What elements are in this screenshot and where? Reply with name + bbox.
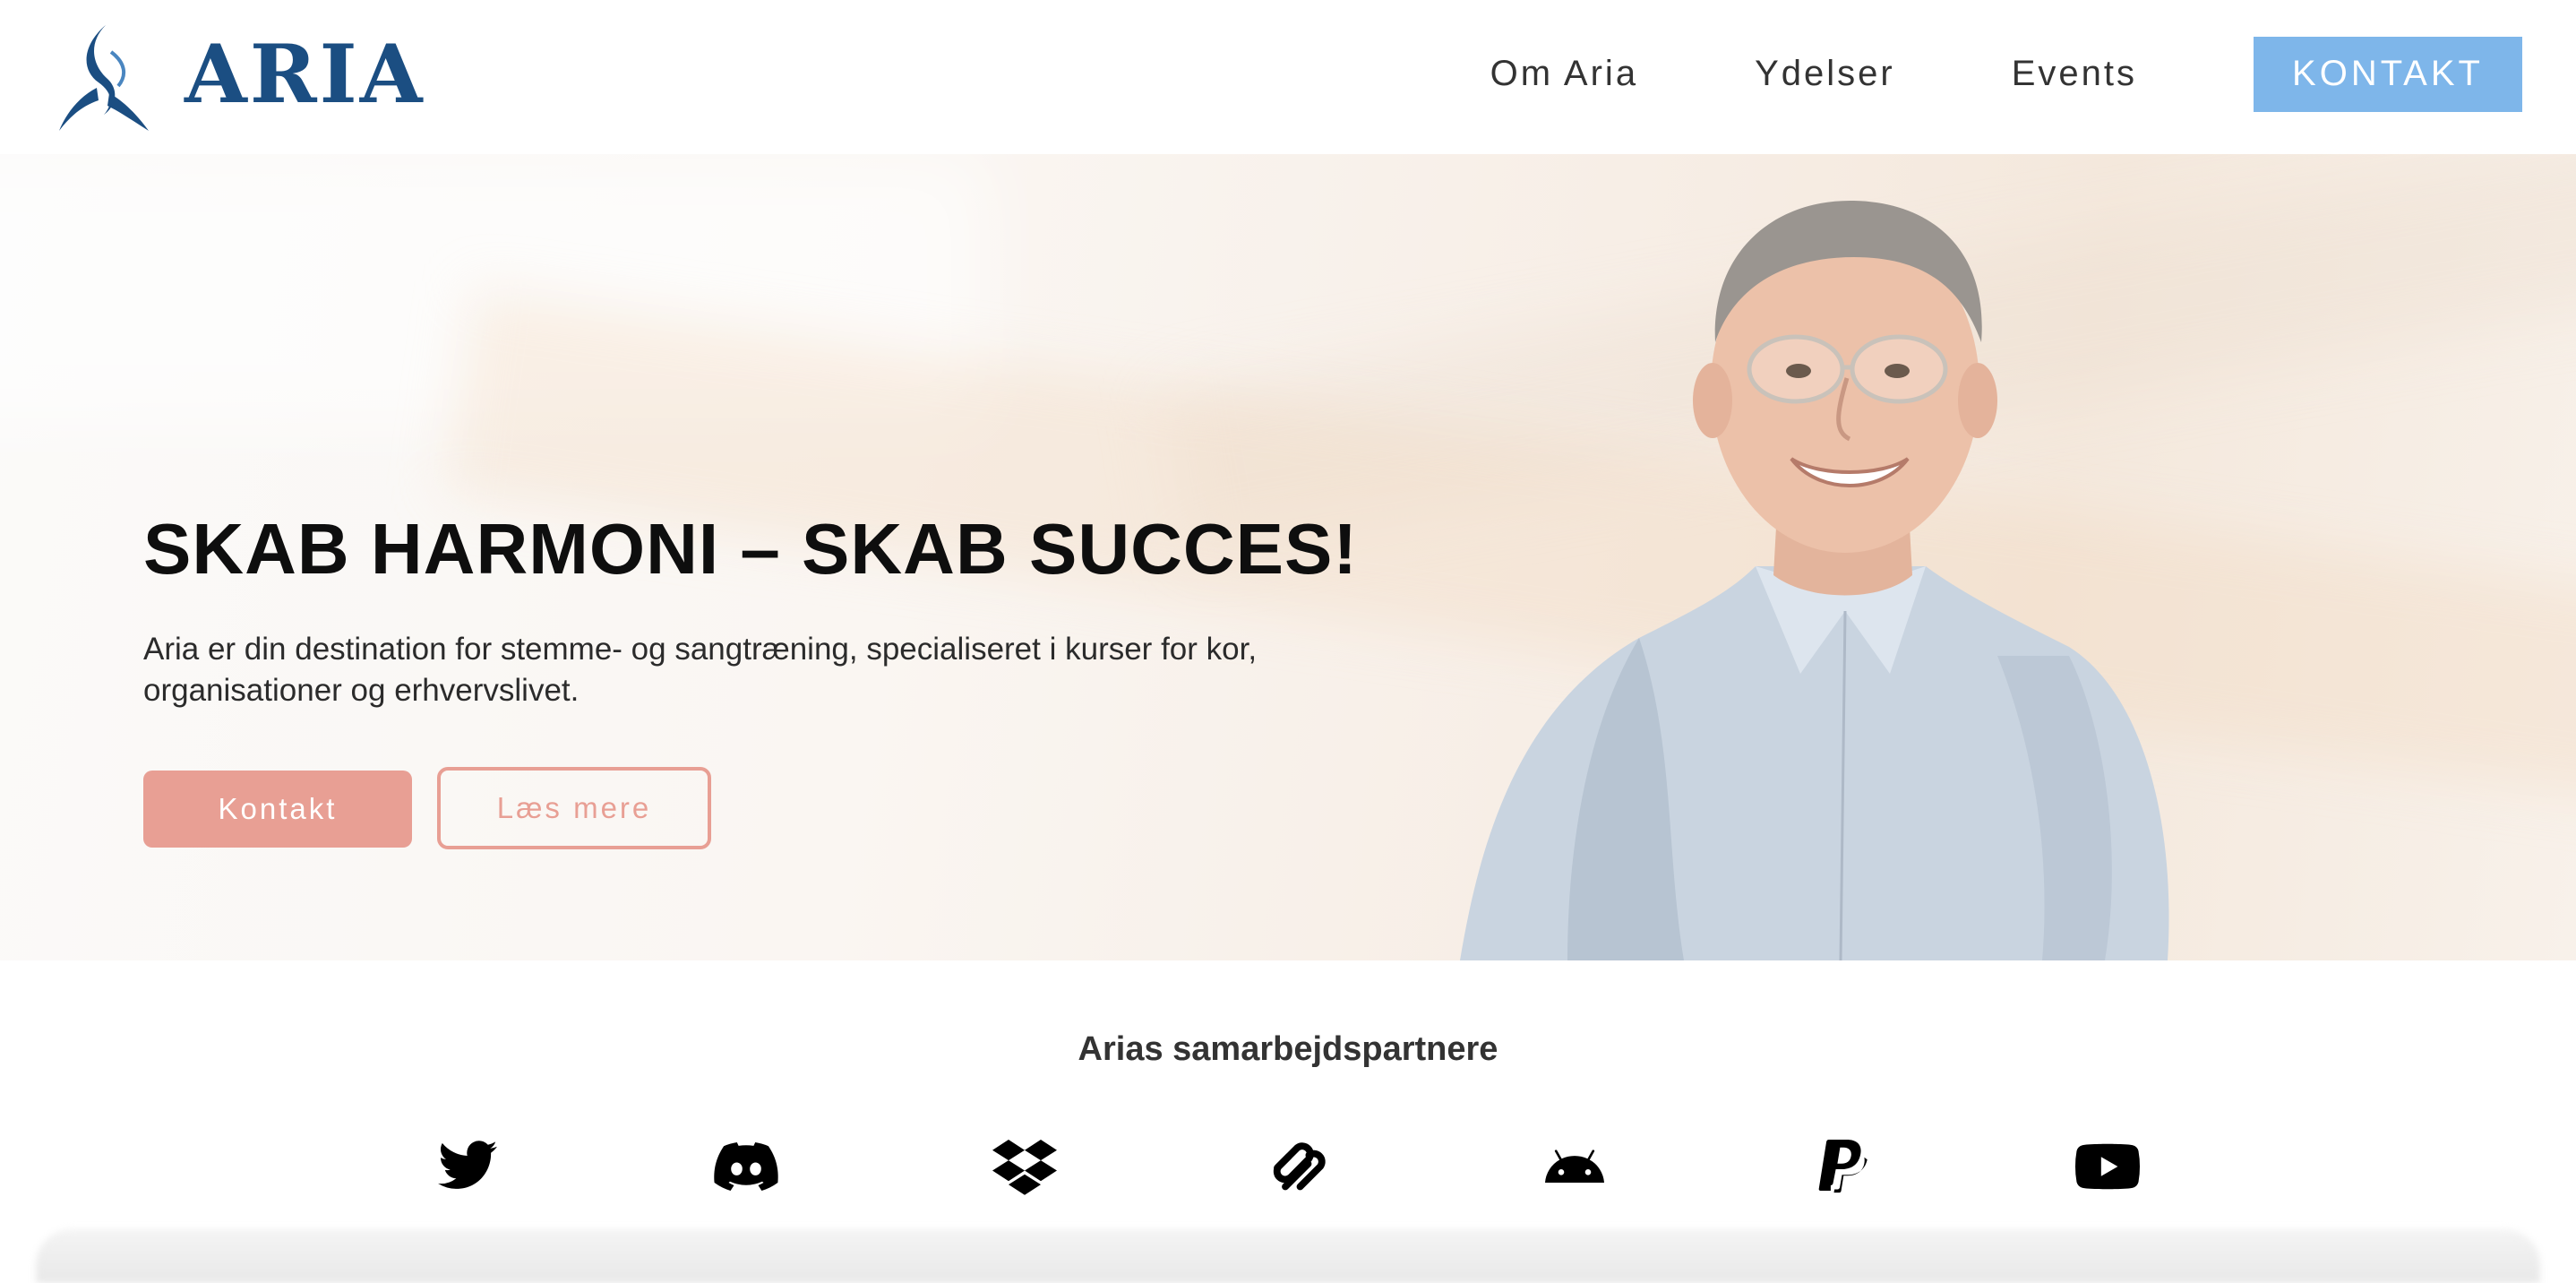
hero-title-regular: SKAB HARMONI – SKAB [143,509,1029,589]
nav-events[interactable]: Events [2012,54,2137,94]
squarespace-icon[interactable] [1258,1131,1339,1202]
twitter-icon[interactable] [427,1131,508,1202]
hero-section: SKAB HARMONI – SKAB SUCCES! Aria er din … [0,154,2576,960]
site-header: ARIA Om Aria Ydelser Events KONTAKT [0,0,2576,154]
hero-title-bold: SUCCES! [1028,509,1358,589]
logo[interactable]: ARIA [52,16,428,133]
youtube-icon[interactable] [2067,1131,2148,1202]
discord-icon[interactable] [706,1131,786,1202]
logo-text: ARIA [185,27,425,122]
laes-mere-button[interactable]: Læs mere [437,767,711,849]
aria-swirl-icon [59,25,149,131]
nav-ydelser[interactable]: Ydelser [1755,54,1895,94]
kontakt-nav-button[interactable]: KONTAKT [2254,36,2522,112]
paypal-icon[interactable] [1800,1131,1881,1202]
dropbox-icon[interactable] [984,1131,1065,1202]
android-icon[interactable] [1534,1131,1615,1202]
portrait-image [1460,200,2169,960]
next-section-edge [36,1229,2540,1283]
nav-om-aria[interactable]: Om Aria [1490,54,1638,94]
hero-description: Aria er din destination for stemme- og s… [143,632,1258,708]
hero-title: SKAB HARMONI – SKAB SUCCES! [143,508,1358,590]
kontakt-button[interactable]: Kontakt [143,771,412,848]
main-nav: Om Aria Ydelser Events KONTAKT [1490,0,2576,148]
partners-title: Arias samarbejdspartnere [1078,1030,1498,1068]
